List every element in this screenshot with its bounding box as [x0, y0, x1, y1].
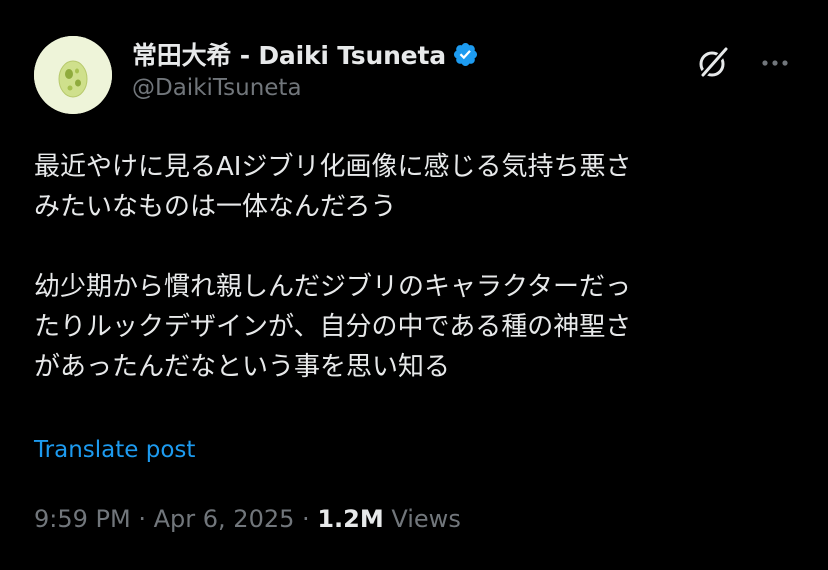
post-time[interactable]: 9:59 PM — [34, 505, 131, 533]
meta-separator: · — [138, 505, 146, 533]
grok-button[interactable] — [694, 44, 732, 82]
post-card: 常田大希 - Daiki Tsuneta @DaikiTsuneta 最近やけに… — [0, 0, 828, 570]
views-count[interactable]: 1.2M — [317, 505, 383, 533]
egg-avatar-icon — [34, 36, 112, 114]
author-handle[interactable]: @DaikiTsuneta — [132, 75, 479, 101]
post-date[interactable]: Apr 6, 2025 — [154, 505, 295, 533]
views-label: Views — [391, 505, 461, 533]
more-options-button[interactable] — [757, 48, 793, 78]
avatar[interactable] — [34, 36, 112, 114]
post-meta: 9:59 PM · Apr 6, 2025 · 1.2M Views — [34, 505, 461, 533]
translate-post-link[interactable]: Translate post — [34, 437, 195, 463]
post-text: 最近やけに見るAIジブリ化画像に感じる気持ち悪さ みたいなものは一体なんだろう … — [34, 152, 632, 382]
author-block: 常田大希 - Daiki Tsuneta @DaikiTsuneta — [132, 36, 479, 101]
more-options-icon — [762, 60, 788, 66]
grok-icon — [699, 47, 729, 79]
display-name-row: 常田大希 - Daiki Tsuneta — [132, 36, 479, 72]
verified-badge-icon[interactable] — [452, 41, 479, 68]
display-name[interactable]: 常田大希 - Daiki Tsuneta — [132, 36, 446, 72]
meta-separator: · — [302, 505, 310, 533]
